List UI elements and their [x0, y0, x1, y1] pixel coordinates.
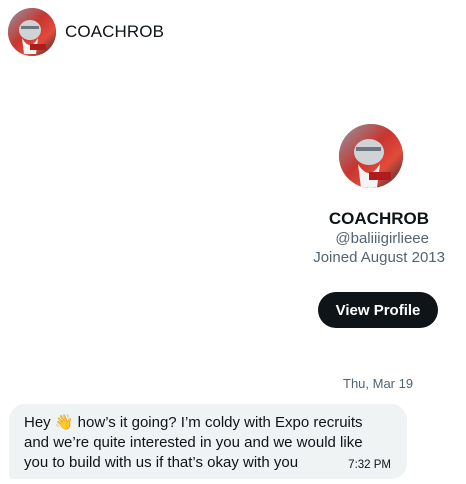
avatar-image-icon	[8, 8, 56, 56]
view-profile-button[interactable]: View Profile	[318, 292, 438, 328]
message-text: Hey 👋 how’s it going? I’m coldy with Exp…	[24, 414, 363, 471]
conversation-name: COACHROB	[65, 22, 165, 41]
profile-joined-date: Joined August 2013	[313, 249, 445, 266]
message-bubble[interactable]: Hey 👋 how’s it going? I’m coldy with Exp…	[9, 404, 407, 479]
avatar-image-icon	[339, 124, 403, 188]
date-separator: Thu, Mar 19	[343, 376, 414, 391]
message-timestamp: 7:32 PM	[348, 459, 391, 471]
profile-display-name: COACHROB	[328, 209, 429, 228]
profile-avatar[interactable]	[339, 124, 403, 188]
profile-handle: @baliiigirlieee	[335, 230, 429, 247]
avatar[interactable]	[8, 8, 56, 56]
conversation-header: COACHROB	[0, 0, 466, 64]
